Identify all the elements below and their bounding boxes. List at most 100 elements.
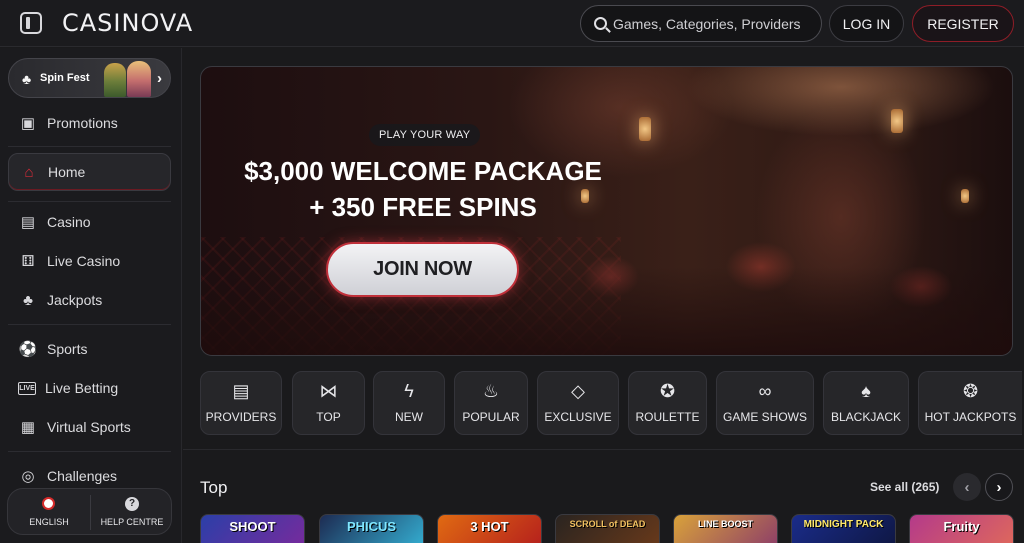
category-game-shows[interactable]: ∞ GAME SHOWS [716, 371, 814, 435]
sidebar-item-label: Live Betting [45, 380, 119, 396]
palm-tree-icon: ♣ [22, 71, 32, 87]
wall-lamp [961, 189, 969, 203]
category-top[interactable]: ⋈ TOP [292, 371, 365, 435]
virtual-sports-icon: ▦ [20, 419, 36, 436]
sidebar-item-jackpots[interactable]: ♣ Jackpots [8, 284, 171, 316]
sidebar-item-casino[interactable]: ▤ Casino [8, 206, 171, 238]
category-label: ROULETTE [635, 410, 700, 424]
sidebar-item-label: Sports [47, 341, 88, 357]
gift-icon: ▣ [20, 115, 36, 132]
help-label: HELP CENTRE [100, 517, 164, 527]
sidebar-item-sports[interactable]: ⚽ Sports [8, 333, 171, 365]
category-label: GAME SHOWS [722, 410, 807, 424]
game-tile[interactable]: LINE BOOST [673, 514, 778, 543]
game-tile[interactable]: SCROLL of DEAD [555, 514, 660, 543]
see-all-link[interactable]: See all (265) [870, 480, 939, 494]
game-title: SCROLL of DEAD [569, 519, 646, 529]
sidebar-item-live-casino[interactable]: ⚅ Live Casino [8, 245, 171, 277]
home-icon: ⌂ [24, 163, 34, 181]
sidebar-item-live-betting[interactable]: LIVE Live Betting [8, 372, 171, 404]
language-label: ENGLISH [29, 517, 69, 527]
category-hot-jackpots[interactable]: ❂ HOT JACKPOTS [918, 371, 1022, 435]
category-label: EXCLUSIVE [544, 410, 612, 424]
sidebar-item-label: Casino [47, 214, 91, 230]
chevron-left-icon: ‹ [964, 478, 970, 496]
game-title: SHOOT [229, 519, 276, 534]
sidebar-item-label: Challenges [47, 468, 118, 484]
sidebar-item-promotions[interactable]: ▣ Promotions [8, 107, 171, 139]
mask-icon: ∞ [758, 381, 772, 401]
game-tile[interactable]: Fruity [909, 514, 1014, 543]
live-icon: LIVE [18, 381, 36, 395]
flame-icon: ♨ [482, 381, 500, 401]
sidebar-divider [8, 451, 171, 452]
footer-utility-bar: ENGLISH ? HELP CENTRE [7, 488, 172, 535]
category-label: PROVIDERS [205, 410, 277, 424]
help-icon: ? [125, 497, 139, 511]
game-title: 3 HOT [470, 519, 509, 534]
game-title: Fruity [943, 519, 980, 534]
game-title: PHICUS [346, 519, 397, 534]
canada-flag-icon [42, 497, 55, 510]
category-new[interactable]: ϟ NEW [373, 371, 445, 435]
category-label: BLACKJACK [830, 410, 902, 424]
section-divider [183, 449, 1024, 450]
clover-icon: ♣ [23, 291, 33, 309]
hot-jackpot-icon: ❂ [962, 381, 979, 401]
lightning-icon: ϟ [404, 381, 414, 401]
sidebar-item-virtual-sports[interactable]: ▦ Virtual Sports [8, 411, 171, 443]
diamond-icon: ◇ [571, 381, 585, 401]
promo-character-image [104, 63, 126, 97]
sidebar-divider [8, 146, 171, 147]
carousel-next-button[interactable]: › [985, 473, 1013, 501]
target-icon: ◎ [21, 468, 35, 485]
sidebar-item-label: Jackpots [47, 292, 103, 308]
roulette-icon: ✪ [659, 381, 676, 401]
soccer-ball-icon: ⚽ [18, 341, 38, 358]
category-exclusive[interactable]: ◇ EXCLUSIVE [537, 371, 619, 435]
category-popular[interactable]: ♨ POPULAR [454, 371, 528, 435]
sidebar-divider [8, 201, 171, 202]
language-selector[interactable]: ENGLISH [8, 489, 90, 536]
sidebar-item-label: Live Casino [47, 253, 121, 269]
sidebar-divider [8, 324, 171, 325]
hero-banner: PLAY YOUR WAY $3,000 WELCOME PACKAGE + 3… [200, 66, 1013, 356]
slot-machine-icon: ▤ [20, 214, 36, 231]
hero-tag: PLAY YOUR WAY [369, 124, 481, 146]
top-header: CASINOVA LOG IN REGISTER [0, 0, 1024, 47]
category-label: NEW [395, 410, 423, 424]
game-tile[interactable]: PHICUS [319, 514, 424, 543]
chevron-right-icon: › [996, 478, 1002, 496]
category-roulette[interactable]: ✪ ROULETTE [628, 371, 707, 435]
promo-banner-label: Spin Fest [40, 72, 90, 84]
promo-character-image [127, 61, 151, 97]
carousel-prev-button[interactable]: ‹ [953, 473, 981, 501]
sidebar-item-label: Promotions [47, 115, 118, 131]
game-tile[interactable]: SHOOT [200, 514, 305, 543]
help-centre-button[interactable]: ? HELP CENTRE [91, 489, 173, 536]
hero-headline-line-1: $3,000 WELCOME PACKAGE [244, 156, 602, 186]
sidebar-toggle-icon[interactable] [20, 12, 42, 34]
providers-icon: ▤ [232, 381, 250, 401]
game-title: LINE BOOST [697, 519, 753, 529]
game-tile[interactable]: MIDNIGHT PACK [791, 514, 896, 543]
login-button[interactable]: LOG IN [829, 5, 904, 42]
wall-lamp [891, 109, 903, 133]
dice-icon: ⚅ [21, 253, 35, 270]
join-now-button[interactable]: JOIN NOW [326, 242, 519, 297]
spin-fest-banner[interactable]: ♣ Spin Fest › [8, 58, 171, 98]
category-label: HOT JACKPOTS [924, 410, 1017, 424]
search-icon [594, 17, 607, 30]
game-tile[interactable]: 3 HOT [437, 514, 542, 543]
logo[interactable]: CASINOVA [62, 9, 193, 37]
register-button[interactable]: REGISTER [912, 5, 1014, 42]
category-blackjack[interactable]: ♠ BLACKJACK [823, 371, 909, 435]
category-providers[interactable]: ▤ PROVIDERS [200, 371, 282, 435]
bowtie-icon: ⋈ [319, 381, 338, 401]
section-title: Top [200, 478, 228, 497]
search-bar[interactable] [580, 5, 822, 42]
sidebar-item-label: Home [48, 164, 86, 180]
sidebar-item-home[interactable]: ⌂ Home [8, 153, 171, 191]
wall-lamp [639, 117, 651, 141]
search-input[interactable] [613, 6, 818, 41]
